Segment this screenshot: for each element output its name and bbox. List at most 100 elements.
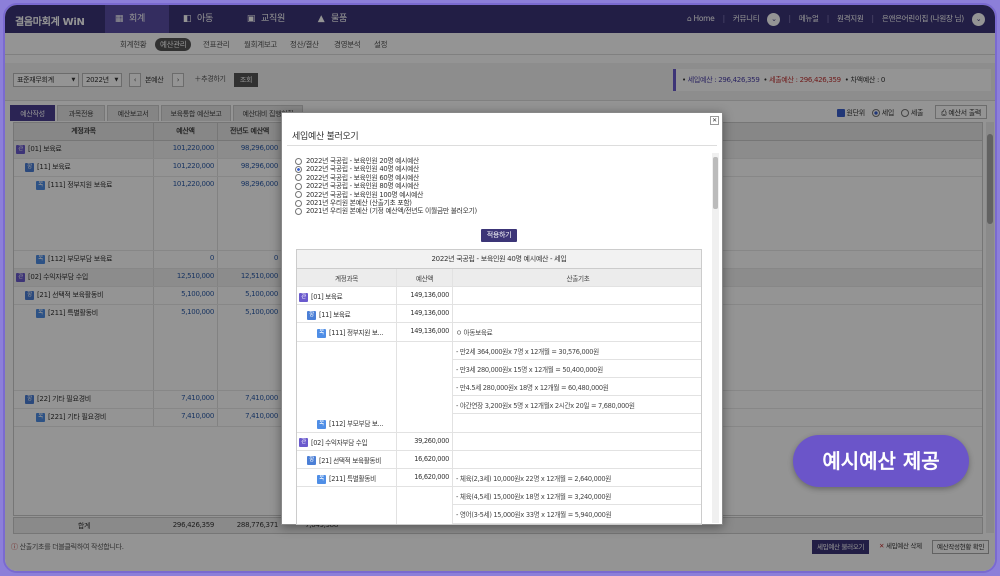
preview-amount: 149,136,000: [397, 323, 453, 342]
preview-basis: [453, 305, 701, 324]
preview-basis: - 체육(2,3세) 10,000원x 22명 x 12개월 = 2,640,0…: [453, 469, 701, 488]
apply-button[interactable]: 적용하기: [481, 229, 517, 242]
radio-button[interactable]: [295, 157, 302, 165]
preview-row: - 만2세 364,000원x 7명 x 12개월 = 30,576,000원: [297, 341, 701, 360]
preview-account-cell: [297, 359, 397, 378]
preview-header-row: 계정과목 예산액 산출기초: [297, 269, 701, 287]
preview-basis: - 만4.5세 280,000원x 18명 x 12개월 = 60,480,00…: [453, 378, 701, 397]
option-label: 2022년 국공립 - 보육인원 100명 예시예산: [306, 190, 424, 199]
level-badge: 관: [299, 292, 308, 302]
preview-row: - 영어(3-5세) 15,000원x 33명 x 12개월 = 5,940,0…: [297, 505, 701, 524]
preview-title: 2022년 국공립 - 보육인원 40명 예시예산 - 세입: [297, 250, 701, 269]
preview-basis: [453, 433, 701, 451]
app-window: 결음마회계 WiN ▦ 회계 ◧ 아동 ▣ 교직원 ▲ 물품 ⌂ Home | 커뮤니티 …: [3, 3, 997, 573]
option-label: 2022년 국공립 - 보육인원 40명 예시예산: [306, 165, 419, 174]
column-header: 계정과목: [297, 269, 397, 287]
example-budget-option[interactable]: 2022년 국공립 - 보육인원 80명 예시예산: [295, 182, 477, 190]
preview-row: 항 [11] 보육료 149,136,000: [297, 305, 701, 324]
preview-account-cell: 관 [01] 보육료: [297, 287, 397, 306]
account-name: [111] 정부지원 보...: [329, 329, 384, 338]
preview-amount: [397, 341, 453, 360]
account-name: [112] 부모부담 보...: [329, 420, 384, 429]
preview-amount: 16,620,000: [397, 450, 453, 469]
preview-account-cell: 목 [112] 부모부담 보...: [297, 414, 397, 433]
column-header: 예산액: [397, 269, 453, 287]
preview-table: 2022년 국공립 - 보육인원 40명 예시예산 - 세입 계정과목 예산액 …: [296, 249, 702, 525]
preview-amount: [397, 487, 453, 506]
preview-amount: 149,136,000: [397, 287, 453, 306]
example-budget-option[interactable]: 2022년 국공립 - 보육인원 100명 예시예산: [295, 191, 477, 199]
level-badge: 목: [317, 419, 326, 429]
preview-account-cell: [297, 396, 397, 415]
modal-title: 세입예산 불러오기: [292, 132, 359, 142]
preview-basis: [453, 414, 701, 433]
preview-account-cell: [297, 341, 397, 360]
level-badge: 목: [317, 474, 326, 484]
level-badge: 항: [307, 456, 316, 466]
account-name: [11] 보육료: [319, 311, 351, 320]
preview-basis: ㅇ 아동보육료: [453, 323, 701, 342]
example-budget-options: 2022년 국공립 - 보육인원 20명 예시예산 2022년 국공립 - 보육인…: [295, 157, 477, 216]
option-label: 2022년 국공립 - 보육인원 20명 예시예산: [306, 157, 419, 165]
radio-button[interactable]: [295, 191, 302, 199]
option-label: 2022년 국공립 - 보육인원 80명 예시예산: [306, 182, 419, 191]
scroll-thumb[interactable]: [713, 157, 718, 209]
preview-account-cell: [297, 505, 397, 524]
column-header: 산출기초: [453, 269, 701, 287]
option-label: 2021년 우리원 본예산 (기정 예산액/전년도 이월금만 불러오기): [306, 207, 477, 216]
example-budget-badge: 예시예산 제공: [793, 435, 969, 487]
radio-button[interactable]: [295, 165, 302, 173]
preview-basis: - 만2세 364,000원x 7명 x 12개월 = 30,576,000원: [453, 342, 701, 360]
preview-amount: [397, 414, 453, 433]
preview-account-cell: 목 [211] 특별활동비: [297, 469, 397, 488]
level-badge: 항: [307, 310, 316, 320]
preview-account-cell: [297, 487, 397, 506]
preview-amount: 149,136,000: [397, 305, 453, 324]
preview-row: 목 [112] 부모부담 보...: [297, 414, 701, 433]
preview-amount: [397, 378, 453, 397]
preview-amount: 39,260,000: [397, 432, 453, 451]
preview-account-cell: 관 [02] 수익자부담 수입: [297, 432, 397, 451]
preview-account-cell: 목 [111] 정부지원 보...: [297, 323, 397, 342]
option-label: 2022년 국공립 - 보육인원 60명 예시예산: [306, 173, 419, 182]
preview-account-cell: 항 [11] 보육료: [297, 305, 397, 324]
account-name: [211] 특별활동비: [329, 475, 376, 483]
account-name: [01] 보육료: [311, 293, 343, 301]
modal-scrollbar[interactable]: [712, 153, 719, 523]
preview-row: 관 [02] 수익자부담 수입 39,260,000: [297, 432, 701, 451]
preview-amount: 16,620,000: [397, 469, 453, 488]
preview-account-cell: [297, 378, 397, 397]
load-budget-modal: 세입예산 불러오기 ✕ 2022년 국공립 - 보육인원 20명 예시예산 202…: [281, 112, 723, 525]
example-budget-option[interactable]: 2022년 국공립 - 보육인원 60명 예시예산: [295, 174, 477, 182]
level-badge: 관: [299, 438, 308, 448]
preview-row: - 체육(4,5세) 15,000원x 18명 x 12개월 = 3,240,0…: [297, 487, 701, 506]
example-budget-option[interactable]: 2021년 우리원 본예산 (기정 예산액/전년도 이월금만 불러오기): [295, 207, 477, 215]
preview-amount: [397, 505, 453, 524]
preview-account-cell: 항 [21] 선택적 보육활동비: [297, 450, 397, 469]
option-label: 2021년 우리원 본예산 (산출기초 포함): [306, 199, 412, 208]
preview-row: - 만3세 280,000원x 15명 x 12개월 = 50,400,000원: [297, 359, 701, 378]
preview-basis: - 만3세 280,000원x 15명 x 12개월 = 50,400,000원: [453, 360, 701, 378]
close-icon[interactable]: ✕: [710, 116, 719, 125]
preview-row: 목 [211] 특별활동비 16,620,000- 체육(2,3세) 10,000원…: [297, 469, 701, 488]
preview-basis: - 영어(3-5세) 15,000원x 33명 x 12개월 = 5,940,0…: [453, 505, 701, 524]
preview-row: - 만4.5세 280,000원x 18명 x 12개월 = 60,480,00…: [297, 378, 701, 397]
preview-row: - 야간연장 3,200원x 5명 x 12개월x 2시간x 20일 = 7,6…: [297, 396, 701, 415]
preview-amount: [397, 396, 453, 415]
preview-row: 목 [111] 정부지원 보... 149,136,000 ㅇ 아동보육료: [297, 323, 701, 342]
preview-amount: [397, 359, 453, 378]
account-name: [21] 선택적 보육활동비: [319, 456, 382, 465]
preview-basis: - 체육(4,5세) 15,000원x 18명 x 12개월 = 3,240,0…: [453, 487, 701, 506]
preview-row: 관 [01] 보육료 149,136,000: [297, 287, 701, 306]
radio-button[interactable]: [295, 174, 302, 182]
preview-basis: [453, 287, 701, 306]
radio-button[interactable]: [295, 182, 302, 190]
modal-divider: [287, 145, 717, 146]
example-budget-option[interactable]: 2022년 국공립 - 보육인원 40명 예시예산: [295, 165, 477, 173]
level-badge: 목: [317, 328, 326, 338]
radio-button[interactable]: [295, 199, 302, 207]
radio-button[interactable]: [295, 207, 302, 215]
account-name: [02] 수익자부담 수입: [311, 438, 368, 447]
preview-basis: [453, 451, 701, 469]
preview-basis: - 야간연장 3,200원x 5명 x 12개월x 2시간x 20일 = 7,6…: [453, 396, 701, 415]
